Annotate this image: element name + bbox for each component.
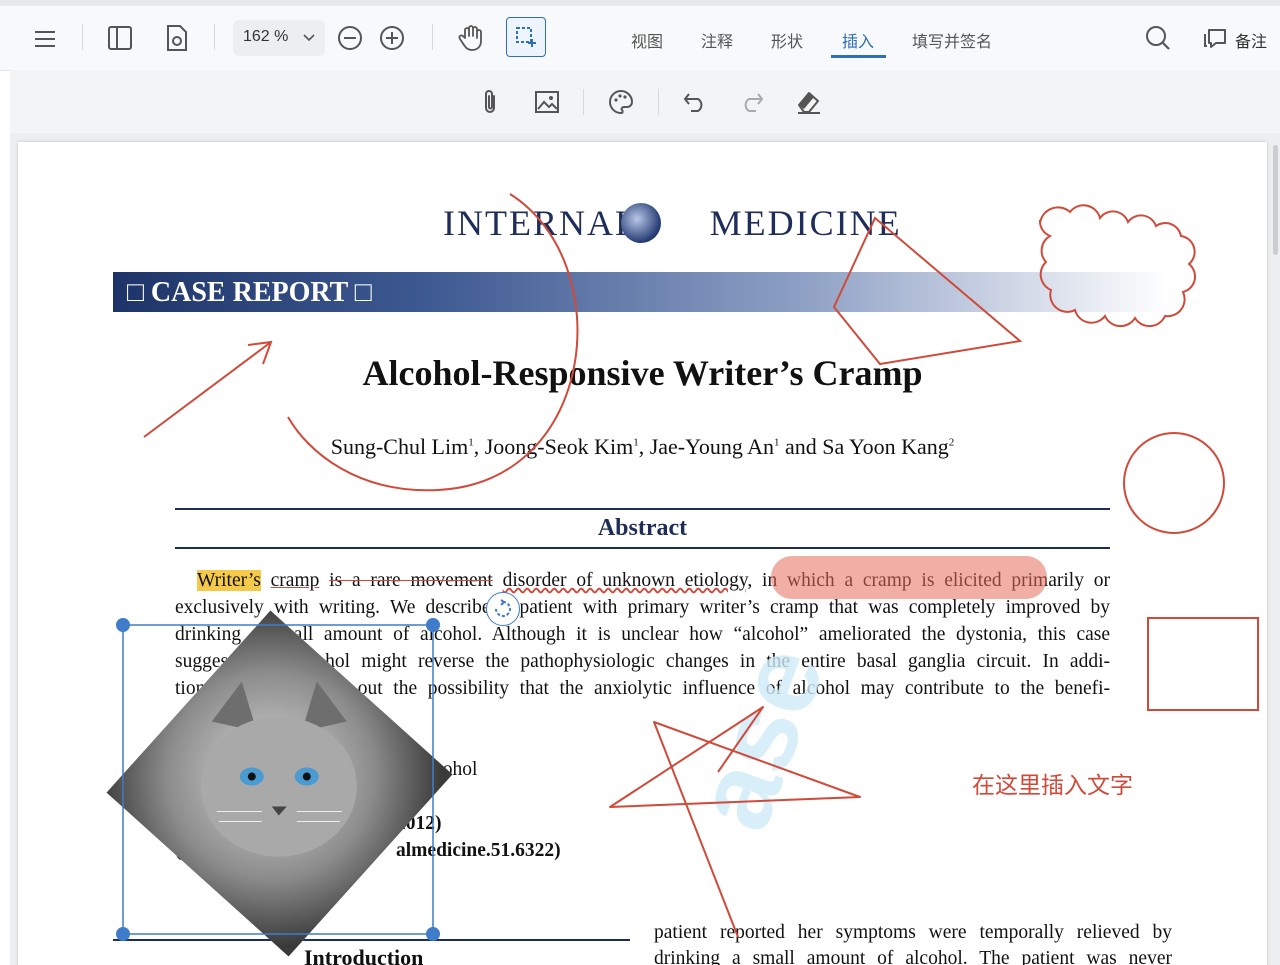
image-icon[interactable] <box>532 87 562 117</box>
toolbar-divider <box>82 24 83 50</box>
resize-handle[interactable] <box>426 927 440 941</box>
resize-handle[interactable] <box>116 618 130 632</box>
area-select-button[interactable] <box>506 17 546 57</box>
free-text-annotation[interactable]: 在这里插入文字 <box>972 766 1133 800</box>
arrow-annotation[interactable] <box>143 340 273 438</box>
hand-pan-icon[interactable] <box>455 22 487 54</box>
zoom-in-icon[interactable] <box>378 24 406 52</box>
resize-handle[interactable] <box>116 927 130 941</box>
sidebar-toggle-icon[interactable] <box>104 22 136 54</box>
comment-icon[interactable] <box>1200 24 1230 54</box>
toolbar-divider <box>432 24 433 50</box>
rotate-handle[interactable] <box>486 592 520 626</box>
pdf-page: INTERNAL MEDICINE □ CASE REPORT □ Alcoho… <box>18 142 1267 965</box>
tab-insert[interactable]: 插入 <box>842 28 874 52</box>
area-select-icon <box>516 27 536 47</box>
rectangle-annotation[interactable] <box>1147 617 1259 711</box>
paperclip-icon[interactable] <box>475 87 505 117</box>
toolbar-divider <box>214 24 215 50</box>
main-toolbar: 162 % 视图 注释 形状 插入 填写并签名 备注 <box>0 0 1280 71</box>
cloud-annotation[interactable] <box>1038 204 1196 328</box>
active-tab-indicator <box>831 55 886 58</box>
search-icon[interactable] <box>1142 22 1174 54</box>
arc-annotation[interactable] <box>287 193 579 492</box>
star-freehand-annotation[interactable] <box>609 706 861 938</box>
oval-highlight-annotation[interactable] <box>771 556 1047 599</box>
tab-fill-sign[interactable]: 填写并签名 <box>912 28 992 52</box>
zoom-out-icon[interactable] <box>336 24 364 52</box>
redo-icon[interactable] <box>737 87 767 117</box>
vertical-scrollbar[interactable] <box>1273 145 1278 255</box>
chevron-down-icon <box>303 34 315 42</box>
zoom-select[interactable]: 162 % <box>233 20 325 56</box>
document-settings-icon[interactable] <box>161 22 193 54</box>
notes-label[interactable]: 备注 <box>1235 28 1267 52</box>
tab-annotate[interactable]: 注释 <box>701 28 733 52</box>
image-selection-frame[interactable] <box>122 624 434 935</box>
toolbar-divider <box>583 89 584 115</box>
rotate-icon <box>495 599 511 617</box>
polygon-annotation[interactable] <box>832 216 1023 366</box>
undo-icon[interactable] <box>680 87 710 117</box>
tab-view[interactable]: 视图 <box>631 28 663 52</box>
menu-icon[interactable] <box>30 24 60 54</box>
toolbar-divider <box>658 89 659 115</box>
tab-shapes[interactable]: 形状 <box>771 28 803 52</box>
circle-annotation[interactable] <box>1123 432 1225 534</box>
resize-handle[interactable] <box>426 618 440 632</box>
zoom-value: 162 % <box>243 28 289 45</box>
drawing-layer <box>122 193 1259 938</box>
eraser-icon[interactable] <box>794 87 824 117</box>
insert-subtoolbar <box>10 70 1280 134</box>
palette-icon[interactable] <box>606 87 636 117</box>
